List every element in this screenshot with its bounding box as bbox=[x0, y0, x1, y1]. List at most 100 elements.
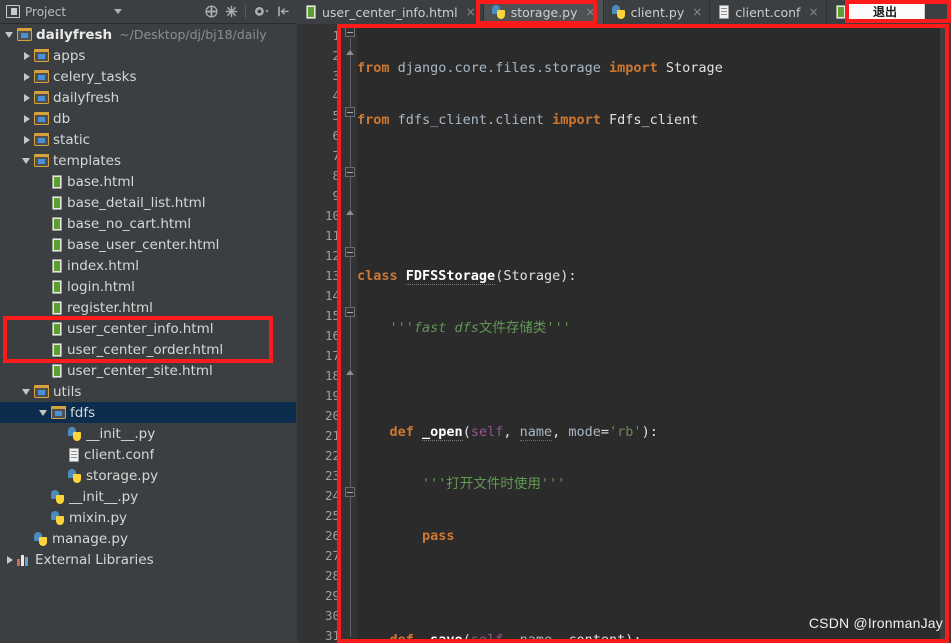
spacer-icon bbox=[21, 533, 32, 544]
tree-item-label: External Libraries bbox=[35, 551, 154, 568]
chevron-right-icon[interactable] bbox=[4, 554, 15, 565]
tree-item-celery_tasks[interactable]: celery_tasks bbox=[0, 66, 296, 87]
tree-item-user_center_order.html[interactable]: user_center_order.html bbox=[0, 339, 296, 360]
chevron-down-icon[interactable] bbox=[21, 386, 32, 397]
collapse-all-icon[interactable] bbox=[205, 5, 218, 18]
tree-item-icon bbox=[34, 384, 50, 398]
tree-item-icon bbox=[51, 489, 65, 504]
editor-tab-user_center_info.html[interactable]: user_center_info.html × bbox=[297, 0, 484, 24]
tree-item-label: __init__.py bbox=[69, 488, 139, 505]
tree-item-manage.py[interactable]: manage.py bbox=[0, 528, 296, 549]
tree-item-fdfs[interactable]: fdfs bbox=[0, 402, 296, 423]
spacer-icon bbox=[38, 197, 49, 208]
tab-close-icon[interactable]: × bbox=[808, 6, 818, 18]
html-file-icon bbox=[51, 195, 63, 210]
tab-label: storage.py bbox=[510, 4, 578, 20]
line-number: 26 bbox=[324, 528, 340, 543]
chevron-right-icon[interactable] bbox=[21, 50, 32, 61]
html-file-icon bbox=[51, 258, 63, 273]
project-panel-title: Project bbox=[25, 4, 67, 19]
tree-item-icon bbox=[34, 153, 50, 167]
code-line: from fdfs_client.client import Fdfs_clie… bbox=[357, 112, 699, 128]
tab-label: client.py bbox=[630, 4, 685, 20]
chevron-down-icon[interactable] bbox=[38, 407, 49, 418]
chevron-right-icon[interactable] bbox=[21, 92, 32, 103]
tree-item-base_detail_list.html[interactable]: base_detail_list.html bbox=[0, 192, 296, 213]
tree-item-label: static bbox=[53, 131, 91, 148]
tree-item-client.conf[interactable]: client.conf bbox=[0, 444, 296, 465]
tree-item-base_user_center.html[interactable]: base_user_center.html bbox=[0, 234, 296, 255]
tree-item-register.html[interactable]: register.html bbox=[0, 297, 296, 318]
tab-file-icon bbox=[491, 5, 506, 19]
line-number: 5 bbox=[332, 108, 340, 123]
editor-tab-storage.py[interactable]: storage.py × bbox=[483, 0, 604, 24]
line-number: 3 bbox=[332, 68, 340, 83]
editor-tab-client.py[interactable]: client.py × bbox=[603, 0, 711, 24]
spacer-icon bbox=[38, 281, 49, 292]
python-file-icon bbox=[34, 531, 48, 546]
project-selector[interactable]: Project bbox=[0, 5, 128, 19]
tree-item-base_no_cart.html[interactable]: base_no_cart.html bbox=[0, 213, 296, 234]
editor-scrollbar[interactable] bbox=[940, 24, 951, 643]
tree-item-templates[interactable]: templates bbox=[0, 150, 296, 171]
tree-item-dailyfresh[interactable]: dailyfresh bbox=[0, 87, 296, 108]
spacer-icon bbox=[38, 323, 49, 334]
html-file-icon bbox=[51, 216, 63, 231]
exit-tooltip-popup[interactable]: 退出 bbox=[845, 0, 925, 23]
chevron-right-icon[interactable] bbox=[21, 113, 32, 124]
tree-item-base.html[interactable]: base.html bbox=[0, 171, 296, 192]
tree-item-user_center_site.html[interactable]: user_center_site.html bbox=[0, 360, 296, 381]
tree-item-user_center_info.html[interactable]: user_center_info.html bbox=[0, 318, 296, 339]
tree-item-icon bbox=[51, 258, 63, 273]
line-number: 27 bbox=[324, 548, 340, 563]
line-number: 19 bbox=[324, 388, 340, 403]
code-editor[interactable]: 1 2 3 4 5 6 7 8 9 10 11 12 13 14 15 16 17 18 19 20 21 22 23 24 2… bbox=[297, 24, 951, 643]
settings-gear-icon[interactable] bbox=[253, 5, 270, 18]
tree-item-login.html[interactable]: login.html bbox=[0, 276, 296, 297]
tree-item-__init__.py[interactable]: __init__.py bbox=[0, 423, 296, 444]
tree-item-index.html[interactable]: index.html bbox=[0, 255, 296, 276]
tree-item-apps[interactable]: apps bbox=[0, 45, 296, 66]
spacer-icon bbox=[38, 239, 49, 250]
source-code[interactable]: from django.core.files.storage import St… bbox=[357, 24, 951, 643]
hide-panel-icon[interactable] bbox=[277, 5, 290, 18]
pycharm-window: Project dailyfresh ~/Desktop/dj/bj18/dail… bbox=[0, 0, 951, 643]
tree-item-label: user_center_info.html bbox=[67, 320, 214, 337]
tree-item-path: ~/Desktop/dj/bj18/daily bbox=[119, 27, 267, 42]
project-tree[interactable]: dailyfresh ~/Desktop/dj/bj18/daily apps cel… bbox=[0, 24, 296, 643]
tree-item-dailyfresh[interactable]: dailyfresh ~/Desktop/dj/bj18/daily bbox=[0, 24, 296, 45]
tree-item-__init__.py[interactable]: __init__.py bbox=[0, 486, 296, 507]
tab-close-icon[interactable]: × bbox=[586, 6, 596, 18]
chevron-down-icon[interactable] bbox=[21, 155, 32, 166]
locate-icon[interactable] bbox=[225, 5, 238, 18]
tree-item-utils[interactable]: utils bbox=[0, 381, 296, 402]
python-file-icon bbox=[51, 510, 65, 525]
chevron-right-icon[interactable] bbox=[21, 71, 32, 82]
chevron-down-icon[interactable] bbox=[114, 9, 122, 14]
folder-icon bbox=[34, 69, 50, 83]
tree-item-icon bbox=[51, 342, 63, 357]
tree-item-db[interactable]: db bbox=[0, 108, 296, 129]
editor-tab-client.conf[interactable]: client.conf × bbox=[710, 0, 827, 24]
tree-item-external-libraries[interactable]: External Libraries bbox=[0, 549, 296, 570]
line-number: 15 bbox=[324, 308, 340, 323]
tree-item-storage.py[interactable]: storage.py bbox=[0, 465, 296, 486]
chevron-right-icon[interactable] bbox=[21, 134, 32, 145]
tree-item-static[interactable]: static bbox=[0, 129, 296, 150]
spacer-icon bbox=[55, 470, 66, 481]
folder-icon bbox=[34, 111, 50, 125]
tree-item-icon bbox=[17, 553, 31, 566]
code-line: '''fast dfs文件存储类''' bbox=[389, 320, 571, 336]
toolbar-divider bbox=[245, 5, 246, 18]
tab-close-icon[interactable]: × bbox=[466, 6, 476, 18]
tab-close-icon[interactable]: × bbox=[692, 6, 702, 18]
chevron-down-icon[interactable] bbox=[4, 29, 15, 40]
exit-tooltip-label: 退出 bbox=[872, 5, 897, 19]
code-folding-gutter[interactable] bbox=[345, 24, 357, 643]
tree-item-label: storage.py bbox=[86, 467, 159, 484]
tree-item-icon bbox=[68, 468, 82, 483]
tree-item-mixin.py[interactable]: mixin.py bbox=[0, 507, 296, 528]
line-number: 6 bbox=[332, 128, 340, 143]
